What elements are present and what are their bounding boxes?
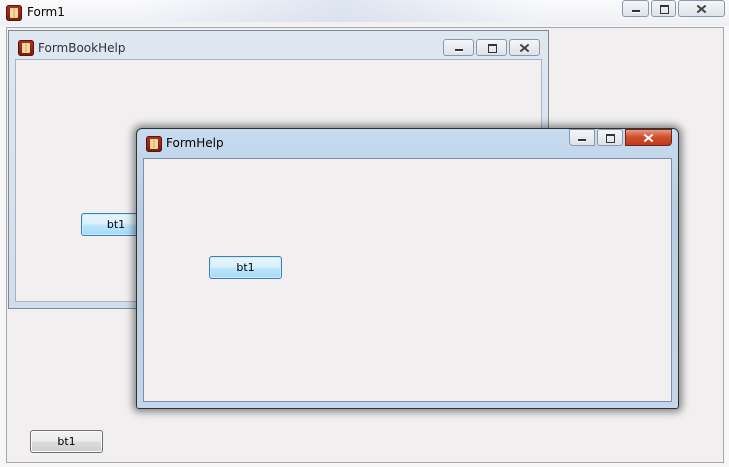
background-blur xyxy=(130,0,550,22)
formhelp-client-area xyxy=(143,158,672,402)
minimize-button[interactable] xyxy=(622,0,649,17)
formhelp-window-controls xyxy=(569,129,672,146)
close-button[interactable] xyxy=(625,129,672,146)
form1-titlebar[interactable]: Form1 xyxy=(0,0,729,26)
minimize-button[interactable] xyxy=(443,39,474,56)
app-icon xyxy=(18,40,34,56)
close-button[interactable] xyxy=(678,0,725,17)
formhelp-bt1-button[interactable]: bt1 xyxy=(209,256,282,279)
formhelp-title: FormHelp xyxy=(166,136,224,150)
form1-title: Form1 xyxy=(27,5,65,19)
minimize-button[interactable] xyxy=(569,129,595,146)
formhelp-window: FormHelp bt1 xyxy=(136,128,679,409)
maximize-button[interactable] xyxy=(597,129,623,146)
form1-bt1-button[interactable]: bt1 xyxy=(30,430,103,453)
maximize-button[interactable] xyxy=(476,39,507,56)
app-icon xyxy=(6,5,22,21)
form1-window-controls xyxy=(622,0,725,17)
formbookhelp-window-controls xyxy=(443,39,540,56)
maximize-button[interactable] xyxy=(651,0,676,17)
close-button[interactable] xyxy=(509,39,540,56)
app-icon xyxy=(146,136,162,152)
formbookhelp-title: FormBookHelp xyxy=(38,41,126,55)
